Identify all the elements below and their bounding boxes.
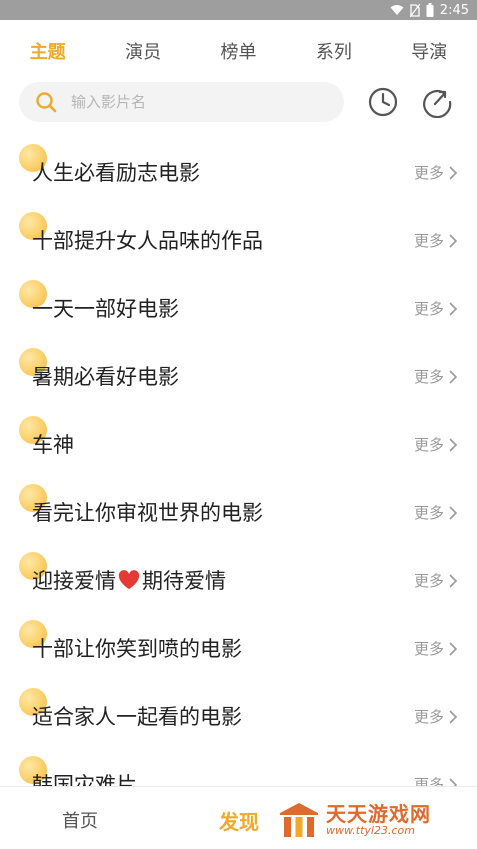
list-item[interactable]: 十部让你笑到喷的电影 更多 — [0, 612, 477, 680]
list-item[interactable]: 适合家人一起看的电影 更多 — [0, 680, 477, 748]
list-item-title: 十部提升女人品味的作品 — [32, 229, 263, 253]
list-item-title: 韩国灾难片 — [32, 773, 137, 786]
list-item[interactable]: 暑期必看好电影 更多 — [0, 340, 477, 408]
list-item[interactable]: 一天一部好电影 更多 — [0, 272, 477, 340]
nav-home[interactable]: 首页 — [62, 807, 98, 833]
more-link[interactable]: 更多 — [414, 298, 457, 319]
more-link[interactable]: 更多 — [414, 774, 457, 786]
more-link[interactable]: 更多 — [414, 638, 457, 659]
more-label: 更多 — [413, 232, 444, 250]
chevron-right-icon — [449, 165, 457, 180]
wifi-icon — [390, 4, 404, 16]
watermark-brand: 天天游戏网 — [326, 801, 431, 826]
category-tabs: 主题 演员 榜单 系列 导演 — [0, 20, 477, 82]
tab-ranking[interactable]: 榜单 — [214, 34, 262, 68]
chevron-right-icon — [449, 573, 457, 588]
chevron-right-icon — [449, 233, 457, 248]
list-item-title: 适合家人一起看的电影 — [32, 705, 242, 729]
no-sim-icon — [409, 3, 420, 17]
list-item-title: 暑期必看好电影 — [32, 365, 179, 389]
list-item-title-part2: 期待爱情 — [142, 569, 226, 593]
tab-theme[interactable]: 主题 — [24, 34, 72, 68]
more-link[interactable]: 更多 — [414, 366, 457, 387]
watermark-url: www.ttyl23.com — [326, 823, 415, 837]
watermark: 天天游戏网 www.ttyl23.com — [278, 798, 468, 842]
tab-series[interactable]: 系列 — [310, 34, 358, 68]
search-icon — [35, 91, 57, 113]
status-time: 2:45 — [439, 2, 469, 18]
more-label: 更多 — [413, 640, 444, 658]
more-link[interactable]: 更多 — [414, 502, 457, 523]
heart-icon — [118, 570, 140, 590]
list-item[interactable]: 人生必看励志电影 更多 — [0, 136, 477, 204]
chevron-right-icon — [449, 437, 457, 452]
chevron-right-icon — [449, 641, 457, 656]
list-item[interactable]: 迎接爱情 期待爱情 更多 — [0, 544, 477, 612]
clock-icon[interactable] — [367, 86, 399, 118]
more-label: 更多 — [413, 708, 444, 726]
theme-list: 人生必看励志电影 更多 十部提升女人品味的作品 更多 一天一部好电影 更多 暑期… — [0, 136, 477, 786]
watermark-logo-icon — [278, 801, 320, 839]
search-box[interactable] — [19, 82, 344, 122]
battery-icon — [426, 3, 434, 17]
nav-discover[interactable]: 发现 — [219, 806, 259, 835]
more-label: 更多 — [413, 776, 444, 786]
more-label: 更多 — [413, 436, 444, 454]
list-item-title: 车神 — [32, 433, 74, 457]
more-label: 更多 — [413, 572, 444, 590]
list-item[interactable]: 车神 更多 — [0, 408, 477, 476]
tab-actor[interactable]: 演员 — [119, 34, 167, 68]
more-label: 更多 — [413, 300, 444, 318]
chevron-right-icon — [449, 301, 457, 316]
more-link[interactable]: 更多 — [414, 230, 457, 251]
list-item[interactable]: 看完让你审视世界的电影 更多 — [0, 476, 477, 544]
search-input[interactable] — [69, 92, 303, 112]
chevron-right-icon — [449, 369, 457, 384]
status-bar: 2:45 — [0, 0, 477, 20]
list-item-title-part1: 迎接爱情 — [32, 569, 116, 593]
more-link[interactable]: 更多 — [414, 570, 457, 591]
list-item-title: 人生必看励志电影 — [32, 161, 200, 185]
chevron-right-icon — [449, 777, 457, 786]
list-item-title: 迎接爱情 期待爱情 — [32, 565, 226, 595]
more-label: 更多 — [413, 504, 444, 522]
more-link[interactable]: 更多 — [414, 162, 457, 183]
more-label: 更多 — [413, 164, 444, 182]
list-item[interactable]: 十部提升女人品味的作品 更多 — [0, 204, 477, 272]
tab-director[interactable]: 导演 — [405, 34, 453, 68]
list-item-title: 一天一部好电影 — [32, 297, 179, 321]
more-link[interactable]: 更多 — [414, 706, 457, 727]
search-row — [0, 82, 477, 122]
list-item-title: 看完让你审视世界的电影 — [32, 501, 263, 525]
chevron-right-icon — [449, 505, 457, 520]
list-item[interactable]: 韩国灾难片 更多 — [0, 748, 477, 786]
more-link[interactable]: 更多 — [414, 434, 457, 455]
chevron-right-icon — [449, 709, 457, 724]
more-label: 更多 — [413, 368, 444, 386]
share-icon[interactable] — [421, 86, 453, 119]
list-item-title: 十部让你笑到喷的电影 — [32, 637, 242, 661]
